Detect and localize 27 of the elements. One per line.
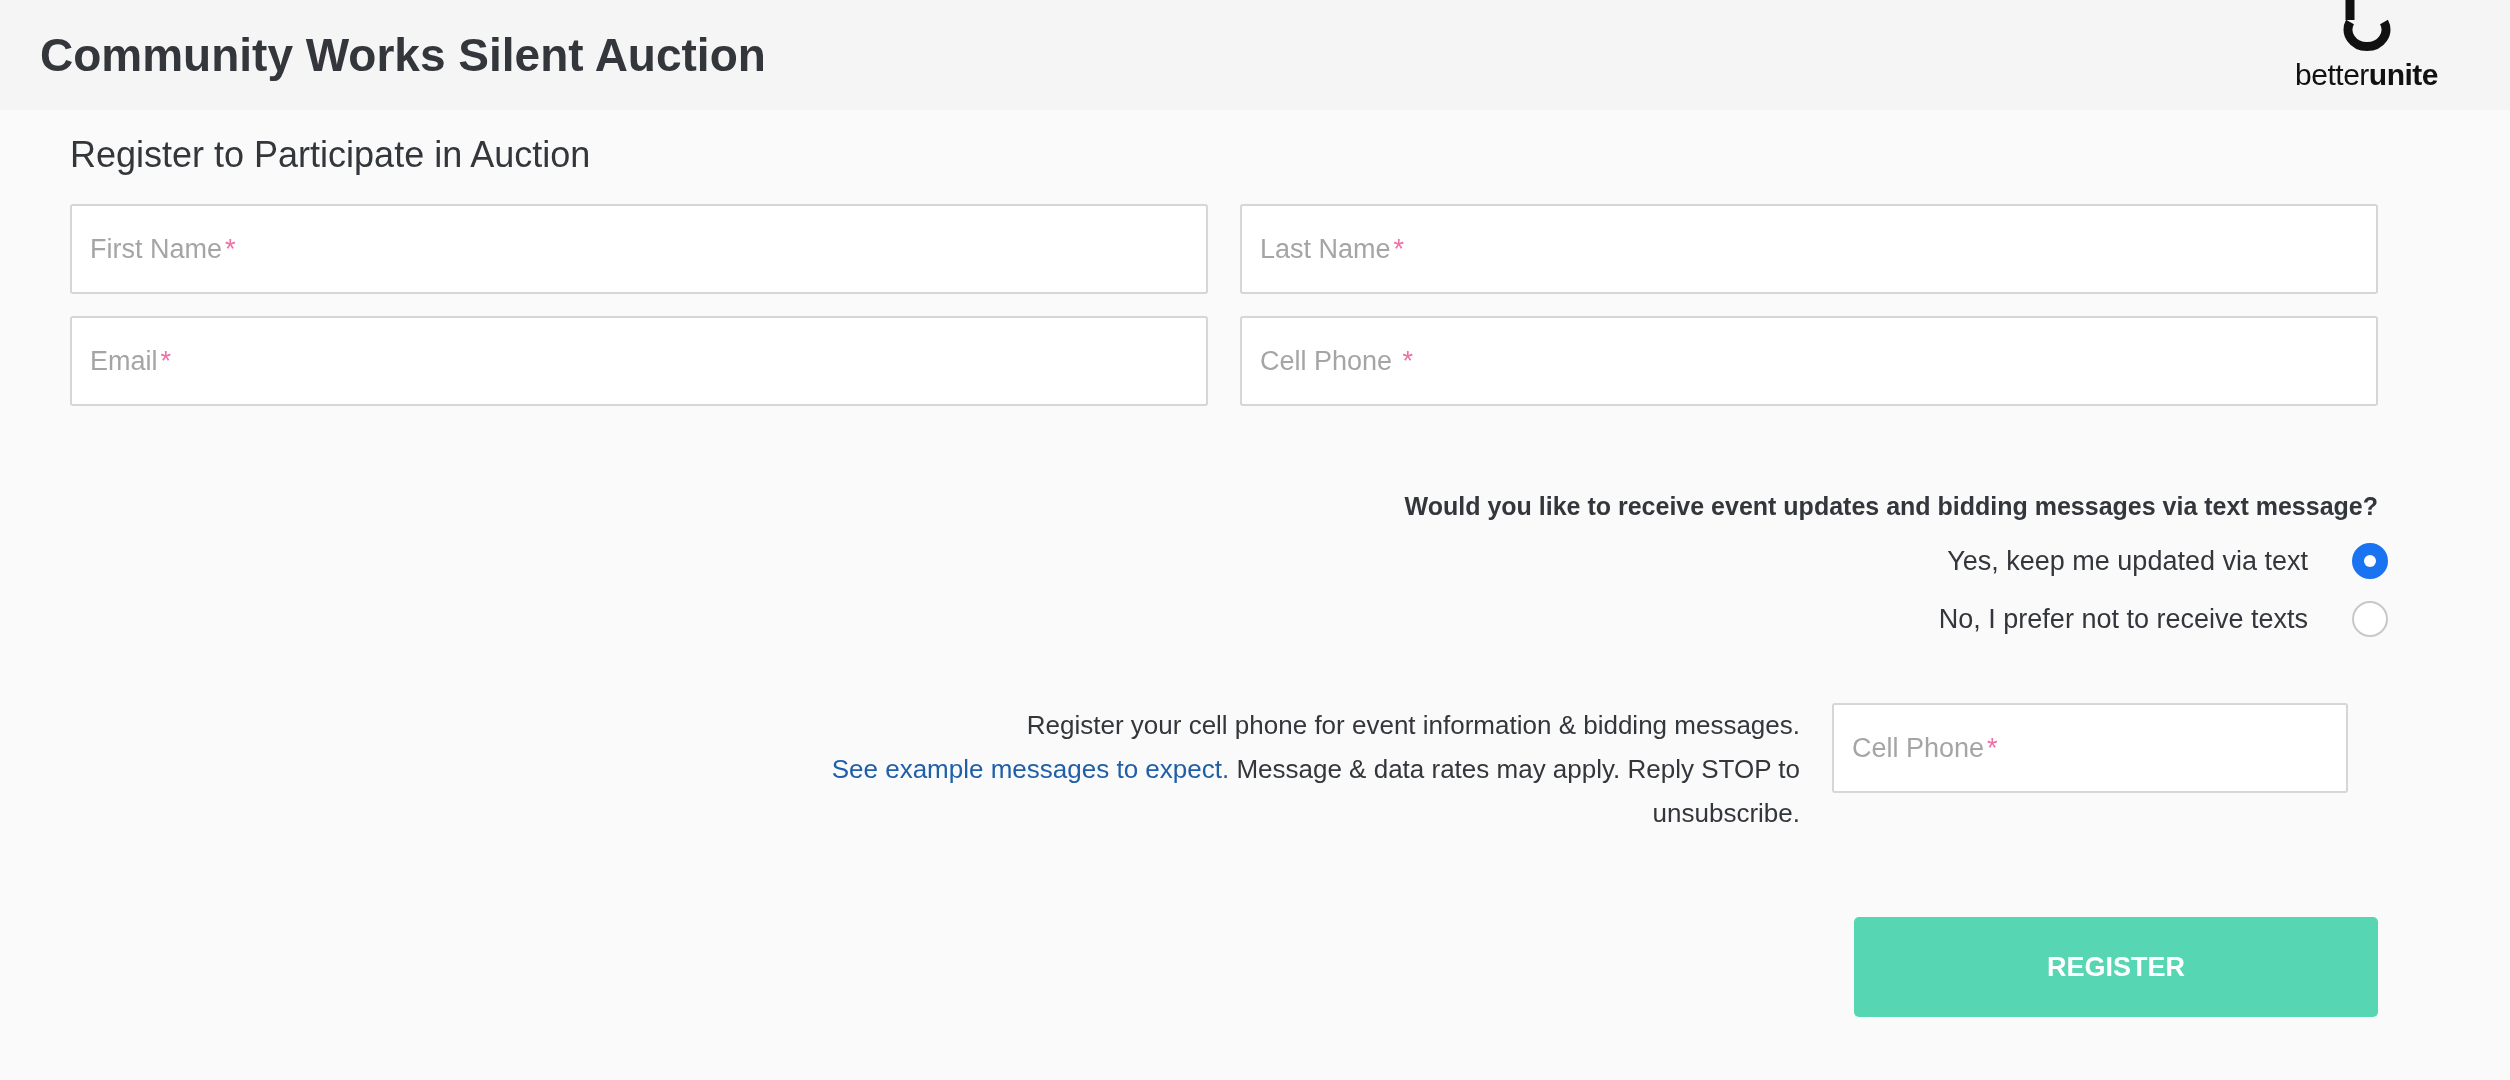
radio-button[interactable] <box>2352 601 2388 637</box>
consent-text: Register your cell phone for event information & bidding messages. See example messages to expect. Message & data rates may apply. Reply STOP to unsubscribe. <box>830 709 1800 830</box>
register-button[interactable]: REGISTER <box>1854 917 2378 1017</box>
placeholder-text: Email <box>90 345 158 377</box>
radio-label[interactable]: Yes, keep me updated via text <box>1947 545 2308 577</box>
input-field[interactable]: First Name* <box>70 204 1208 294</box>
required-mark: * <box>225 233 236 265</box>
placeholder-text: First Name <box>90 233 222 265</box>
logo-icon <box>2341 0 2392 54</box>
logo-text: betterunite <box>2295 58 2438 92</box>
form-heading: Register to Participate in Auction <box>70 134 592 176</box>
example-messages-link[interactable]: See example messages to expect. <box>831 754 1230 784</box>
input-field[interactable]: Email* <box>70 316 1208 406</box>
page-title: Community Works Silent Auction <box>40 28 766 82</box>
required-mark: * <box>1402 345 1414 377</box>
required-mark: * <box>1987 732 1998 764</box>
input-field[interactable]: Cell Phone* <box>1832 703 2348 793</box>
required-mark: * <box>1393 233 1405 265</box>
radio-label[interactable]: No, I prefer not to receive texts <box>1938 603 2308 635</box>
radio-button[interactable] <box>2352 543 2388 579</box>
required-mark: * <box>160 345 172 377</box>
placeholder-text: Cell Phone <box>1852 732 1985 764</box>
sms-question: Would you like to receive event updates and bidding messages via text message? <box>1403 492 2378 521</box>
placeholder-text: Cell Phone <box>1260 345 1394 377</box>
placeholder-text: Last Name <box>1260 233 1391 265</box>
input-field[interactable]: Cell Phone * <box>1240 316 2378 406</box>
input-field[interactable]: Last Name* <box>1240 204 2378 294</box>
